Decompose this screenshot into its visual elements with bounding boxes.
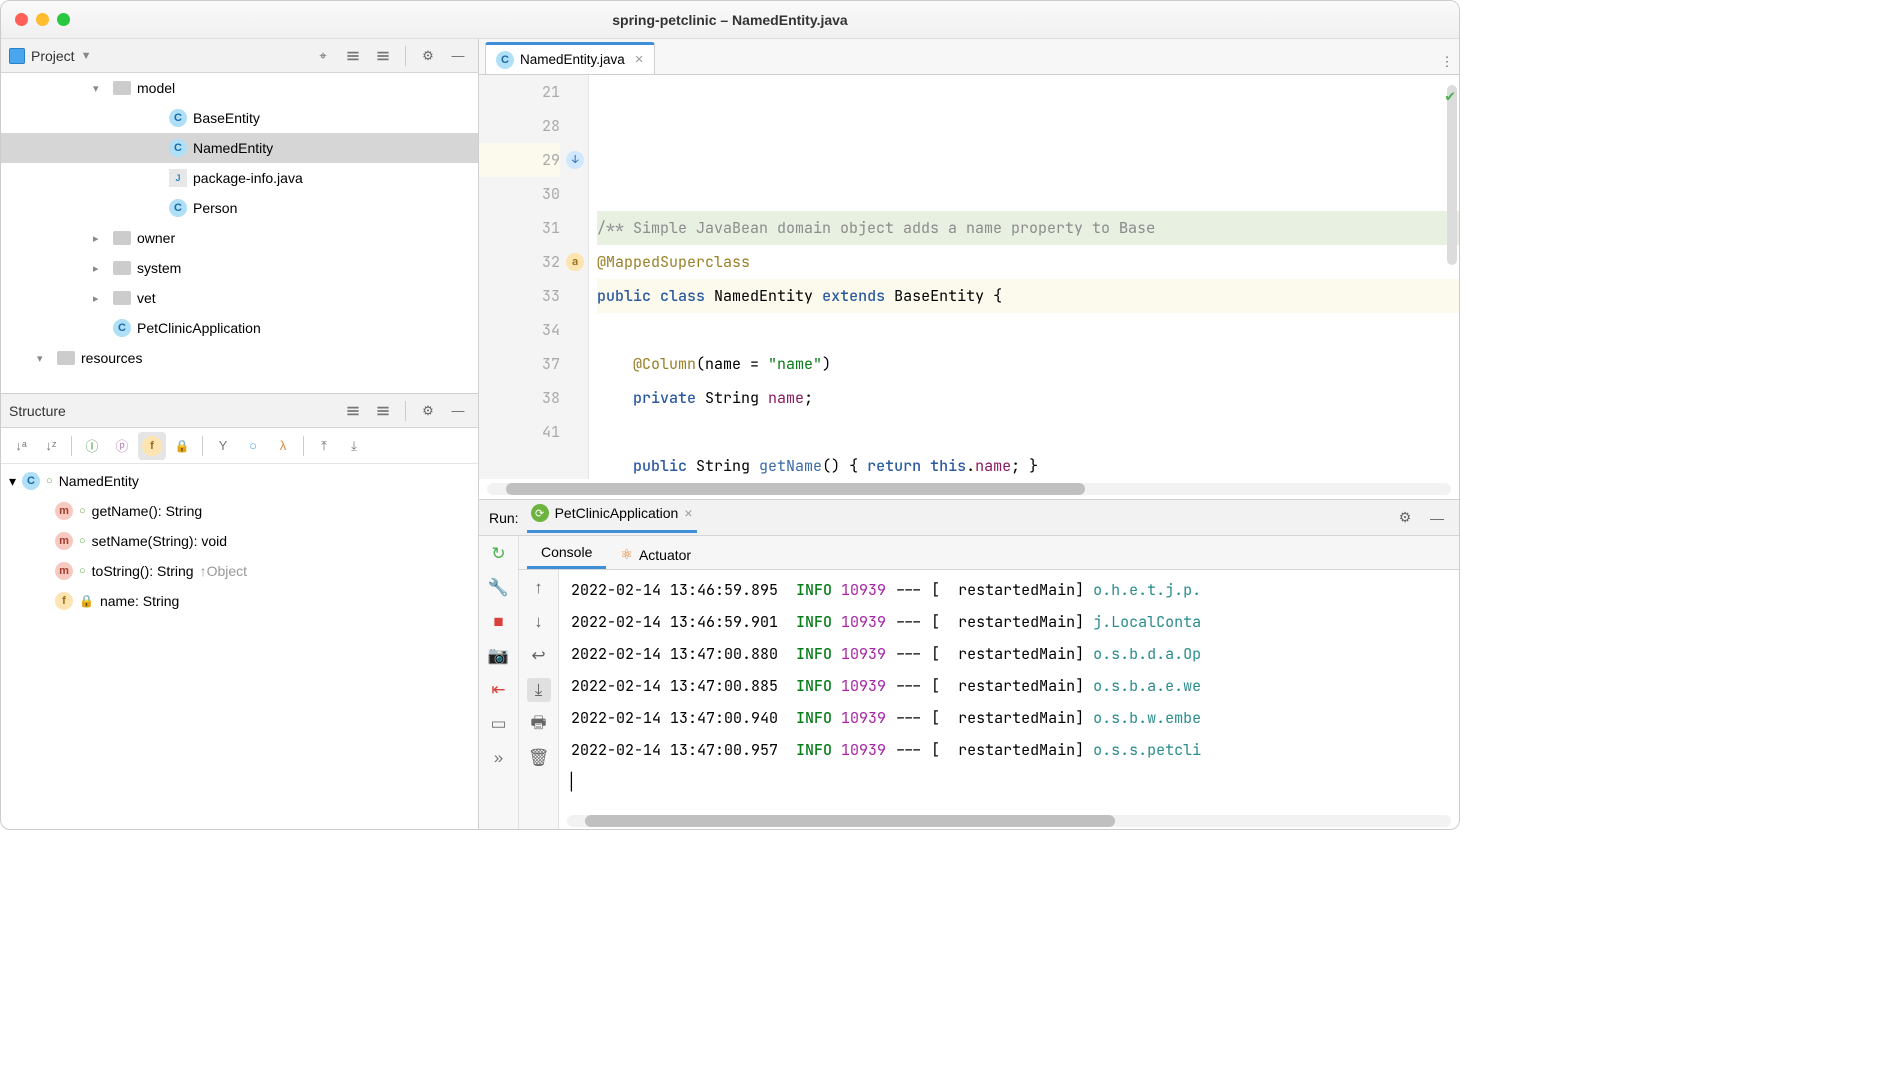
hide-panel-icon[interactable]: —: [446, 44, 470, 68]
rerun-icon[interactable]: ↻: [487, 542, 511, 566]
dump-icon[interactable]: 📷: [487, 644, 511, 668]
project-tree[interactable]: ▾modelCBaseEntityCNamedEntityJpackage-in…: [1, 73, 478, 393]
sort-alpha-icon[interactable]: ↓ᶻ: [37, 432, 65, 460]
tree-item[interactable]: ▸system: [1, 253, 478, 283]
hide-run-icon[interactable]: —: [1425, 506, 1449, 530]
project-icon: [9, 48, 25, 64]
up-icon[interactable]: ↑: [527, 576, 551, 600]
run-panel: Run: ⟳ PetClinicApplication × ⚙ — ↻ 🔧 ■: [479, 499, 1459, 829]
hide-panel-icon[interactable]: —: [446, 399, 470, 423]
structure-item[interactable]: ▾C○NamedEntity: [1, 466, 478, 496]
code-editor[interactable]: 212829↓303132a3334373841 ✔ /** Simple Ja…: [479, 75, 1459, 479]
inherited-icon[interactable]: Y: [209, 432, 237, 460]
tree-item[interactable]: CNamedEntity: [1, 133, 478, 163]
class-icon: C: [496, 51, 514, 69]
structure-item[interactable]: m○toString(): String ↑Object: [1, 556, 478, 586]
sort-visibility-icon[interactable]: ↓ᵃ: [7, 432, 35, 460]
tree-item[interactable]: ▸vet: [1, 283, 478, 313]
soft-wrap-icon[interactable]: ↩: [527, 644, 551, 668]
collapse-all-icon[interactable]: [371, 44, 395, 68]
run-toolbar-left: ↻ 🔧 ■ 📷 ⇤ ▭ »: [479, 536, 519, 829]
structure-item[interactable]: m○setName(String): void: [1, 526, 478, 556]
show-private-icon[interactable]: 🔒: [168, 432, 196, 460]
console-tab[interactable]: Console: [527, 538, 606, 569]
wrench-icon[interactable]: 🔧: [487, 576, 511, 600]
project-panel-header: Project ▼ ⌖ ⚙ —: [1, 39, 478, 73]
editor-tab[interactable]: C NamedEntity.java ×: [485, 42, 655, 74]
actuator-tab[interactable]: ⚛ Actuator: [606, 540, 705, 569]
tree-item[interactable]: ▾resources: [1, 343, 478, 373]
titlebar: spring-petclinic – NamedEntity.java: [1, 1, 1459, 39]
tree-item[interactable]: Jpackage-info.java: [1, 163, 478, 193]
gutter: 212829↓303132a3334373841: [479, 75, 589, 479]
expand-all-icon[interactable]: [341, 44, 365, 68]
tree-item[interactable]: CPerson: [1, 193, 478, 223]
console-toolbar: ↑ ↓ ↩ ⤓ 🖶 🗑: [519, 570, 559, 829]
console-scrollbar[interactable]: [567, 815, 1451, 827]
run-panel-header: Run: ⟳ PetClinicApplication × ⚙ —: [479, 500, 1459, 536]
print-icon[interactable]: 🖶: [527, 712, 551, 736]
project-panel-title: Project: [31, 48, 75, 64]
window-title: spring-petclinic – NamedEntity.java: [1, 12, 1459, 28]
settings-icon[interactable]: ⚙: [416, 399, 440, 423]
close-run-tab-icon[interactable]: ×: [684, 505, 692, 521]
editor-tab-label: NamedEntity.java: [520, 52, 625, 67]
close-tab-icon[interactable]: ×: [635, 51, 644, 68]
show-interfaces-icon[interactable]: Ⓘ: [78, 432, 106, 460]
show-fields-icon[interactable]: f: [138, 432, 166, 460]
stop-icon[interactable]: ■: [487, 610, 511, 634]
show-properties-icon[interactable]: ⓟ: [108, 432, 136, 460]
layout-icon[interactable]: ▭: [487, 712, 511, 736]
down-icon[interactable]: ↓: [527, 610, 551, 634]
run-settings-icon[interactable]: ⚙: [1393, 506, 1417, 530]
collapse-icon[interactable]: [371, 399, 395, 423]
structure-tree[interactable]: ▾C○NamedEntitym○getName(): Stringm○setNa…: [1, 464, 478, 829]
tree-item[interactable]: ▾model: [1, 73, 478, 103]
more-icon[interactable]: »: [487, 746, 511, 770]
expand-icon[interactable]: [341, 399, 365, 423]
tree-item[interactable]: CPetClinicApplication: [1, 313, 478, 343]
run-config-tab[interactable]: ⟳ PetClinicApplication ×: [527, 502, 697, 533]
spring-icon: ⟳: [531, 504, 549, 522]
tree-item[interactable]: CBaseEntity: [1, 103, 478, 133]
tree-item[interactable]: ▸owner: [1, 223, 478, 253]
settings-icon[interactable]: ⚙: [416, 44, 440, 68]
scroll-end-icon[interactable]: ⤓: [527, 678, 551, 702]
locate-icon[interactable]: ⌖: [311, 44, 335, 68]
structure-item[interactable]: m○getName(): String: [1, 496, 478, 526]
lambda-icon[interactable]: λ: [269, 432, 297, 460]
structure-panel-title: Structure: [9, 403, 66, 419]
inspection-ok-icon[interactable]: ✔: [1445, 79, 1455, 113]
anonymous-icon[interactable]: ○: [239, 432, 267, 460]
structure-toolbar: ↓ᵃ ↓ᶻ Ⓘ ⓟ f 🔒 Y ○ λ ⤒ ⤓: [1, 428, 478, 464]
code-area[interactable]: ✔ /** Simple JavaBean domain object adds…: [589, 75, 1459, 479]
run-label: Run:: [489, 510, 519, 526]
console-output[interactable]: 2022-02-14 13:46:59.895 INFO 10939 --- […: [559, 570, 1459, 813]
autoscroll-to-icon[interactable]: ⤒: [310, 432, 338, 460]
structure-panel-header: Structure ⚙ —: [1, 394, 478, 428]
editor-tabs: C NamedEntity.java × ⋮: [479, 39, 1459, 75]
autoscroll-from-icon[interactable]: ⤓: [340, 432, 368, 460]
clear-icon[interactable]: 🗑: [527, 746, 551, 770]
editor-scrollbar[interactable]: [487, 483, 1451, 495]
structure-item[interactable]: f🔒name: String: [1, 586, 478, 616]
console-tabs: Console ⚛ Actuator: [519, 536, 1459, 570]
exit-icon[interactable]: ⇤: [487, 678, 511, 702]
tab-options-icon[interactable]: ⋮: [1435, 50, 1459, 74]
dropdown-icon[interactable]: ▼: [81, 50, 92, 62]
